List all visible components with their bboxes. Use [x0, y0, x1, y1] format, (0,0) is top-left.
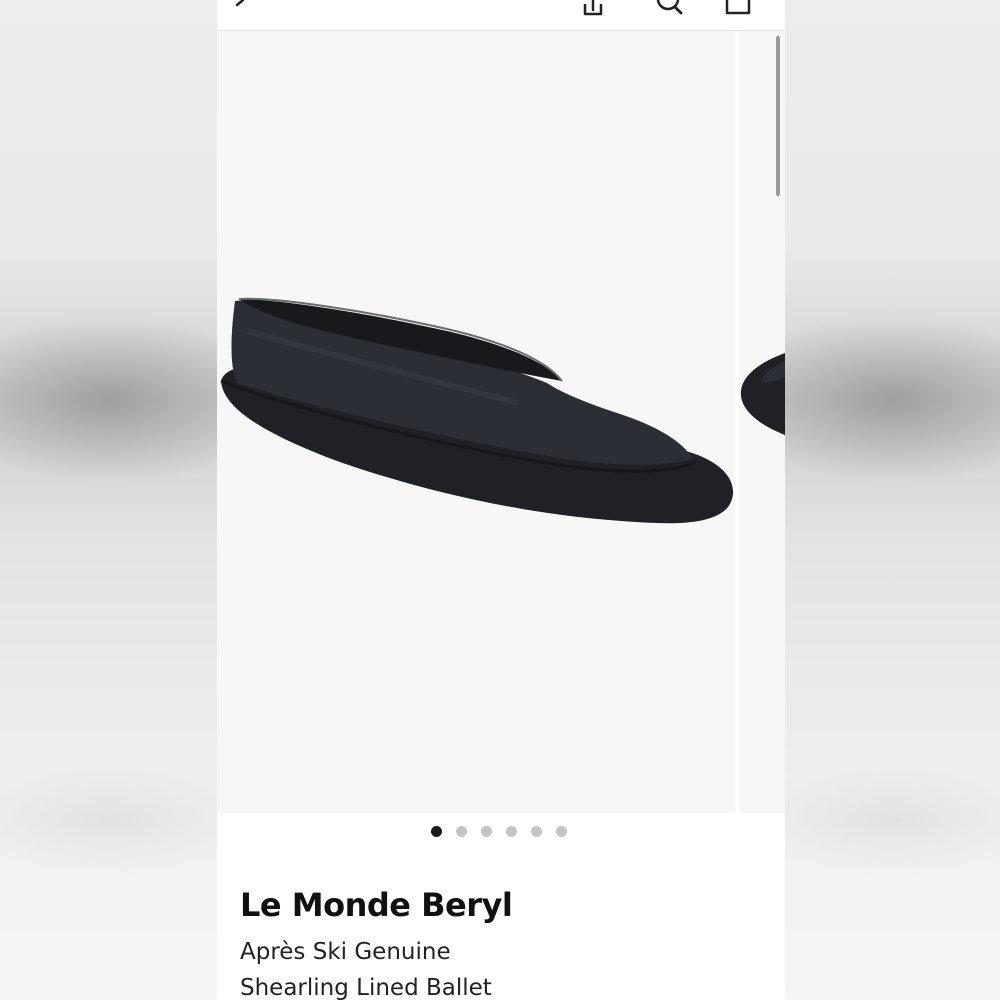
- pagination-dot-2[interactable]: [456, 826, 467, 837]
- gallery-pagination-dots: [217, 826, 785, 840]
- product-image-slide[interactable]: [217, 31, 735, 813]
- top-nav-bar: [217, 0, 785, 31]
- app-screen: Le Monde Beryl Après Ski Genuine Shearli…: [217, 0, 785, 1000]
- search-icon[interactable]: [655, 0, 685, 16]
- pagination-dot-6[interactable]: [556, 826, 567, 837]
- bag-icon[interactable]: [724, 0, 754, 16]
- pagination-dot-3[interactable]: [481, 826, 492, 837]
- scrollbar-thumb[interactable]: [776, 36, 780, 196]
- product-image-shoe: [220, 297, 734, 524]
- product-name-line-1: Après Ski Genuine: [240, 939, 451, 965]
- product-name: Après Ski Genuine Shearling Lined Ballet: [240, 934, 740, 1000]
- blurred-backdrop-right: [785, 0, 1000, 1000]
- product-brand[interactable]: Le Monde Beryl: [240, 886, 513, 924]
- share-icon[interactable]: [578, 0, 608, 16]
- blurred-backdrop-left: [0, 0, 217, 1000]
- product-name-line-2: Shearling Lined Ballet: [240, 975, 492, 1000]
- pagination-dot-1[interactable]: [431, 826, 442, 837]
- pagination-dot-5[interactable]: [531, 826, 542, 837]
- back-chevron-icon[interactable]: [225, 0, 255, 16]
- pagination-dot-4[interactable]: [506, 826, 517, 837]
- product-image-gallery[interactable]: [217, 31, 785, 813]
